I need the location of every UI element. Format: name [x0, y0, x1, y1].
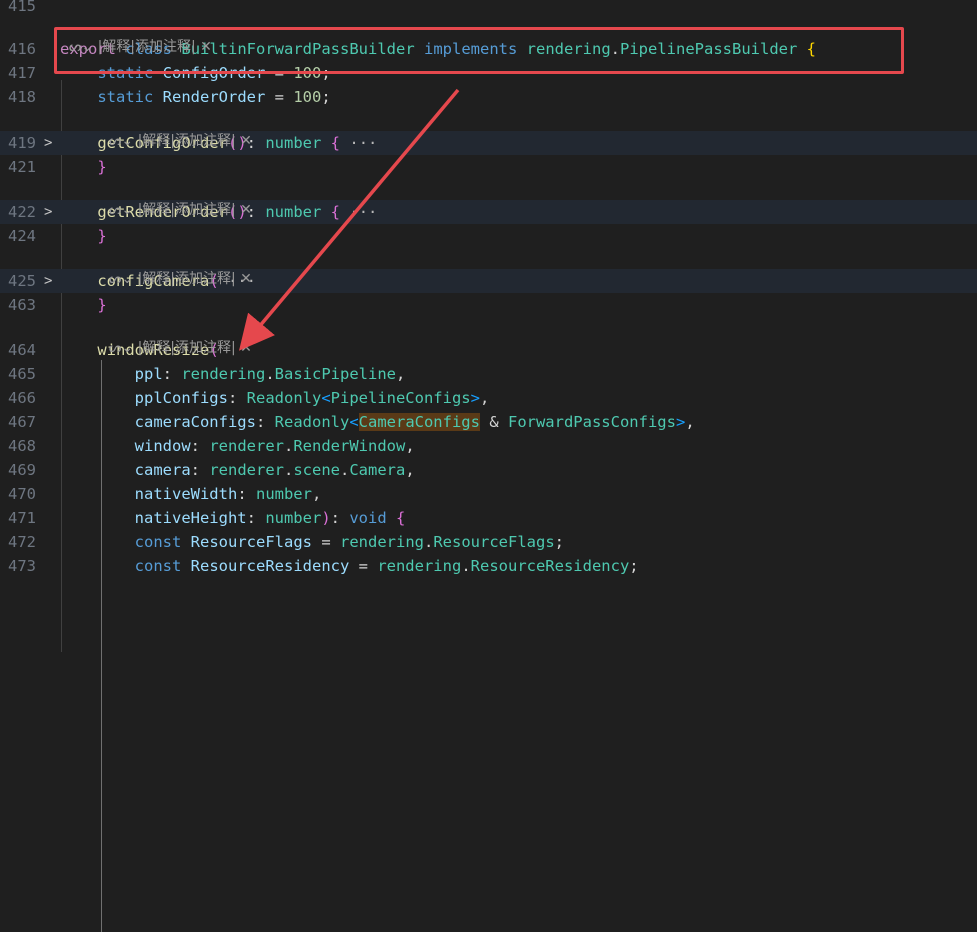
annotation-arrow	[238, 88, 460, 351]
